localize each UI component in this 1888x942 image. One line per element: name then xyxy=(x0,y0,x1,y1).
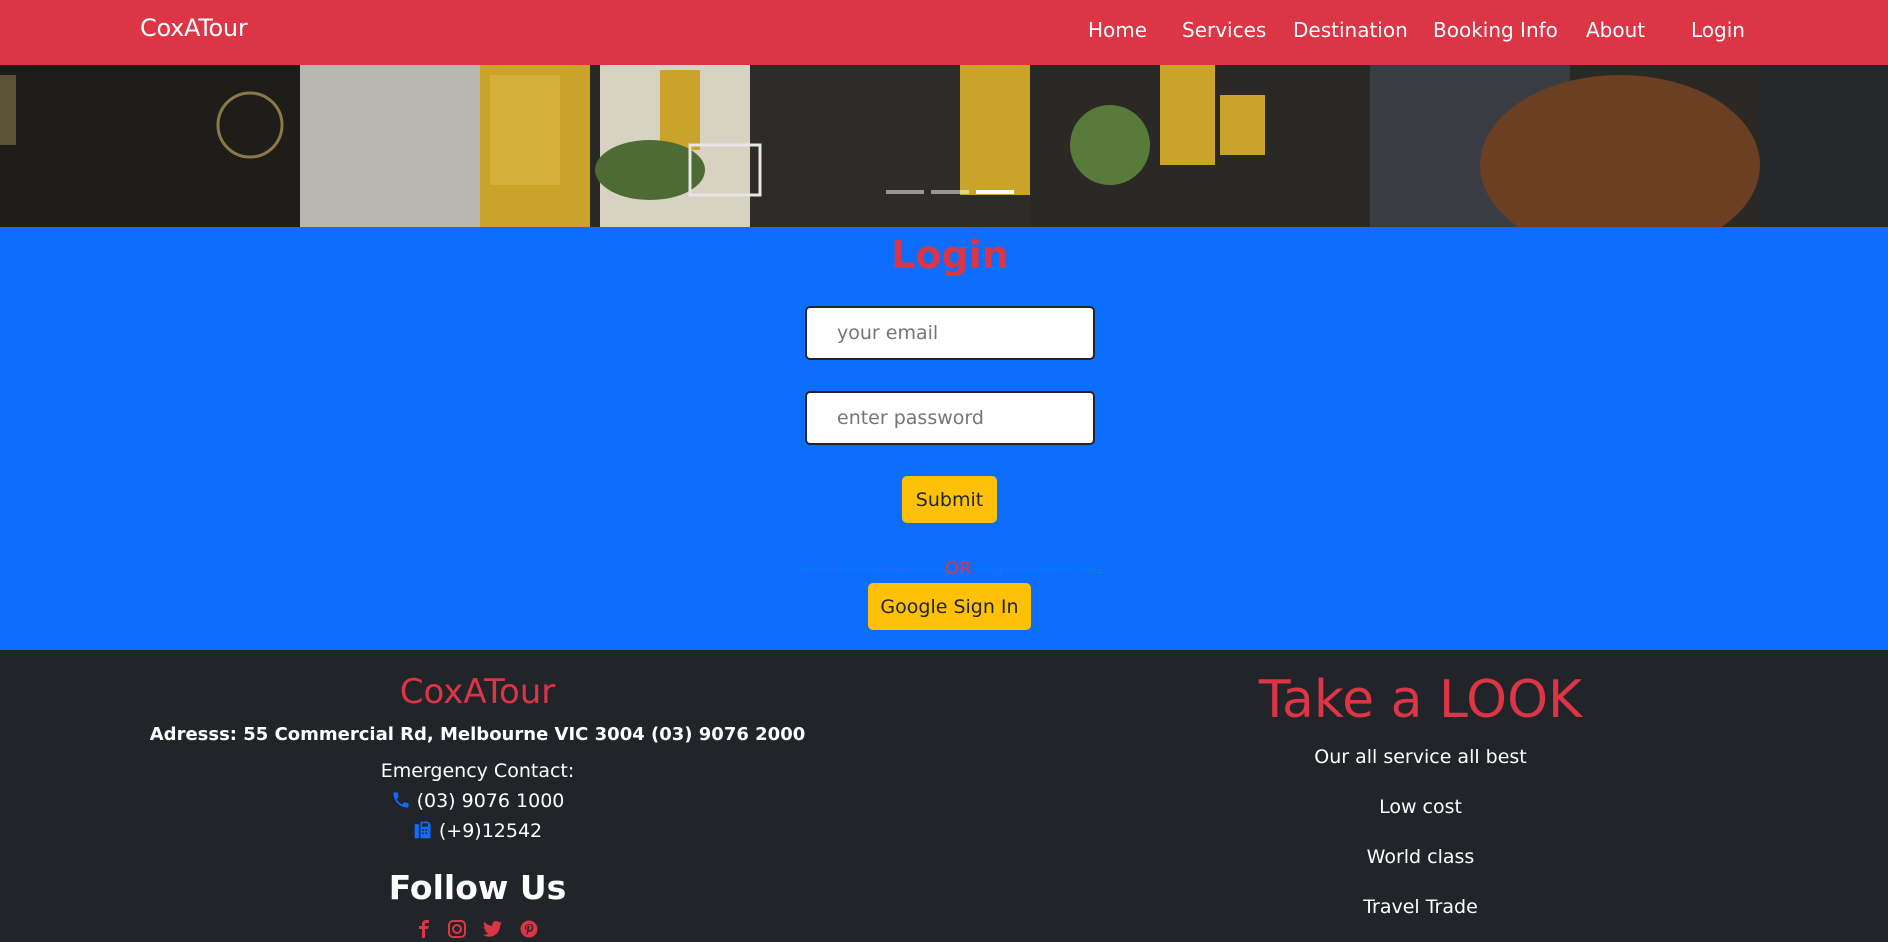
phone-icon xyxy=(393,792,409,808)
footer-brand: CoxATour xyxy=(399,672,556,712)
social-links xyxy=(140,920,815,940)
hero-image xyxy=(0,65,1888,227)
login-title: Login xyxy=(891,233,1009,277)
take-a-look-item: World class xyxy=(1366,846,1475,868)
phone-number: (03) 9076 1000 xyxy=(416,790,565,812)
nav-login[interactable]: Login xyxy=(1691,18,1745,42)
follow-us-heading: Follow Us xyxy=(388,868,567,907)
take-a-look-item: Low cost xyxy=(1379,796,1462,818)
emergency-contact-label: Emergency Contact: xyxy=(380,760,575,782)
carousel-indicator-2[interactable] xyxy=(931,190,969,194)
email-input[interactable] xyxy=(805,306,1095,360)
hero-carousel xyxy=(0,65,1888,227)
take-a-look-item: Our all service all best xyxy=(1314,746,1527,768)
divider-line-right xyxy=(974,569,1098,570)
submit-button[interactable]: Submit xyxy=(902,476,997,523)
fax-number: (+9)12542 xyxy=(438,820,543,842)
carousel-indicator-1[interactable] xyxy=(886,190,924,194)
or-divider: OR xyxy=(802,558,1098,580)
nav-about[interactable]: About xyxy=(1586,18,1645,42)
carousel-indicator-3[interactable] xyxy=(976,190,1014,194)
nav-services[interactable]: Services xyxy=(1182,18,1266,42)
password-input[interactable] xyxy=(805,391,1095,445)
nav-destination[interactable]: Destination xyxy=(1293,18,1408,42)
footer: CoxATour Adresss: 55 Commercial Rd, Melb… xyxy=(0,650,1888,938)
nav-home[interactable]: Home xyxy=(1088,18,1147,42)
brand-logo[interactable]: CoxATour xyxy=(140,14,248,42)
fax-icon xyxy=(414,821,431,839)
navbar: CoxATour Home Services Destination Booki… xyxy=(0,0,1888,65)
take-a-look-heading: Take a LOOK xyxy=(1258,670,1583,730)
divider-line-left xyxy=(802,569,944,570)
facebook-icon[interactable] xyxy=(417,920,431,942)
instagram-icon[interactable] xyxy=(447,920,466,942)
twitter-icon[interactable] xyxy=(483,920,503,942)
emergency-fax: (+9)12542 xyxy=(140,820,815,842)
emergency-phone: (03) 9076 1000 xyxy=(140,790,815,812)
login-section: Login Submit OR Google Sign In xyxy=(0,227,1888,650)
take-a-look-item: Travel Trade xyxy=(1363,896,1478,918)
nav-booking-info[interactable]: Booking Info xyxy=(1433,18,1558,42)
pinterest-icon[interactable] xyxy=(520,920,538,942)
or-text: OR xyxy=(945,558,972,579)
google-sign-in-button[interactable]: Google Sign In xyxy=(868,583,1031,630)
footer-address: Adresss: 55 Commercial Rd, Melbourne VIC… xyxy=(149,724,806,745)
